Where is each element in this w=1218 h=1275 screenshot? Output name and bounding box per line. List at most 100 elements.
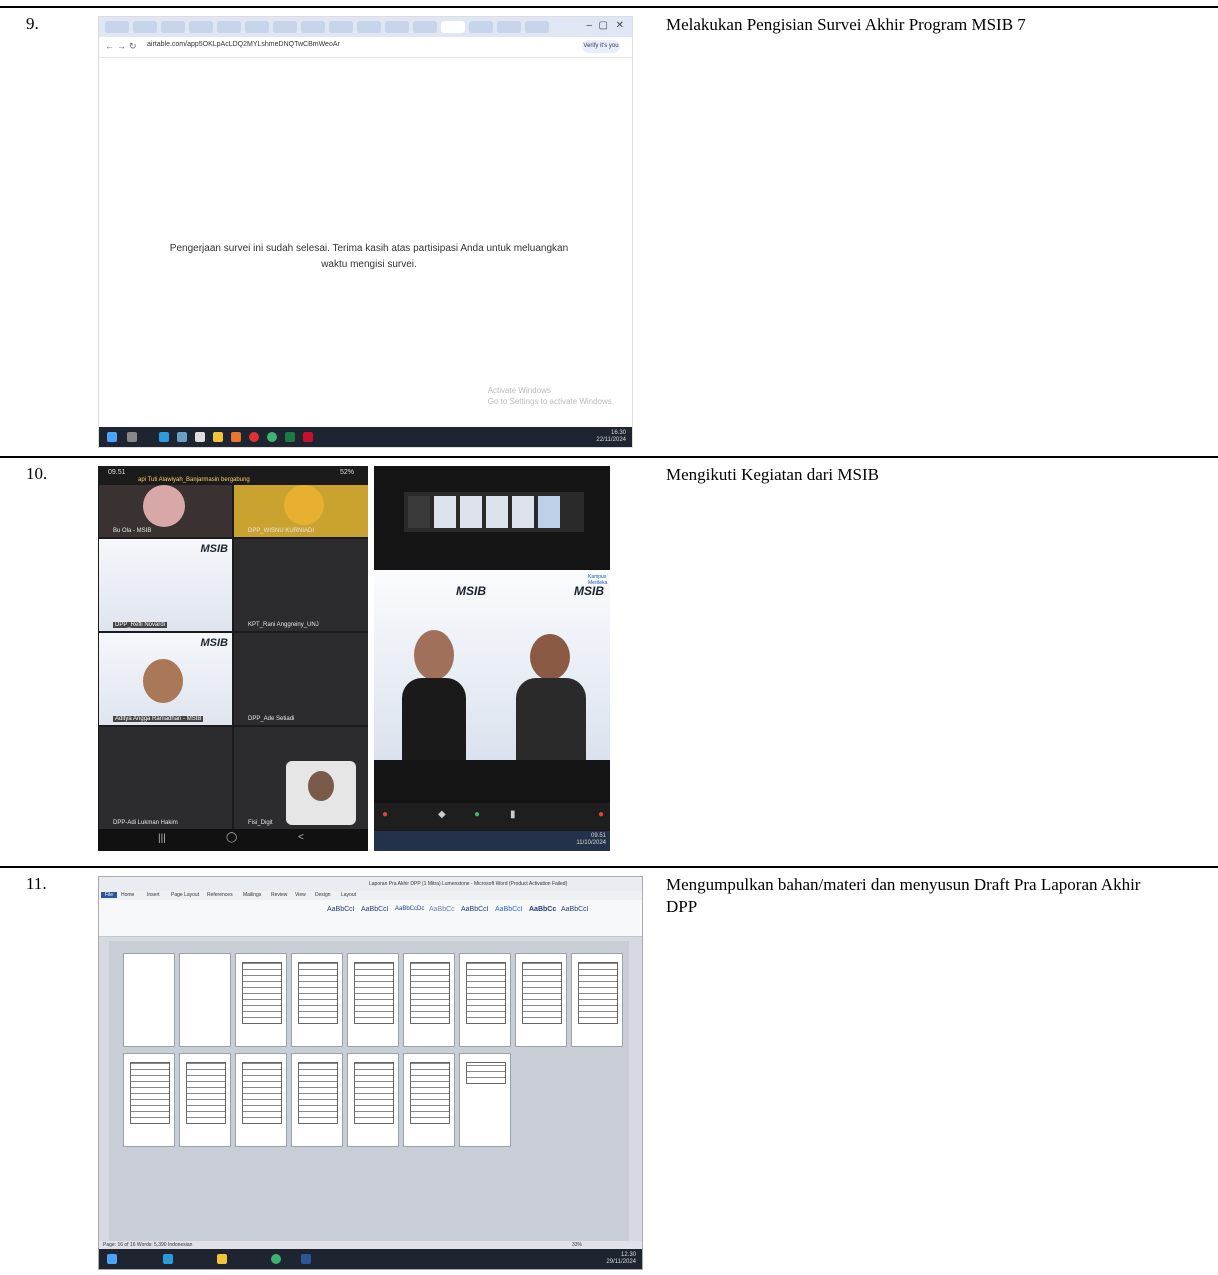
tab-references[interactable]: References	[207, 892, 233, 898]
share-icon[interactable]: ▮	[510, 809, 516, 820]
document-page[interactable]	[571, 953, 623, 1047]
activate-windows-watermark: Activate Windows Go to Settings to activ…	[488, 385, 614, 407]
style-sample[interactable]: AaBbCcI	[495, 906, 523, 913]
chrome-icon[interactable]	[271, 1254, 281, 1264]
minimize-icon[interactable]: –	[586, 20, 592, 31]
style-sample[interactable]: AaBbCcI	[361, 906, 389, 913]
back-icon[interactable]: <	[298, 832, 304, 843]
start-icon[interactable]	[107, 1254, 117, 1264]
back-icon[interactable]: ←	[105, 41, 114, 51]
chrome-icon[interactable]	[267, 432, 277, 442]
row-number: 9.	[26, 14, 39, 33]
tab-mailings[interactable]: Mailings	[243, 892, 261, 898]
document-page[interactable]	[123, 953, 175, 1047]
participant-tile[interactable]: Bu Ola - MSIB	[98, 484, 233, 538]
zoom-level[interactable]: 33%	[572, 1242, 582, 1248]
browser-tabstrip: – ▢ ✕	[99, 17, 632, 37]
tab-design[interactable]: Design	[315, 892, 331, 898]
participant-tile[interactable]: MSIB Aditya Angga Ramadhan - MSIB	[98, 632, 233, 726]
clock-date: 29/11/2024	[606, 1259, 636, 1265]
tab-home[interactable]: Home	[121, 892, 134, 898]
participant-tile[interactable]: Fisi_Digit	[233, 726, 368, 830]
document-page[interactable]	[459, 1053, 511, 1147]
folder-icon[interactable]	[217, 1254, 227, 1264]
participant-name: Aditya Angga Ramadhan - MSIB	[113, 716, 204, 722]
document-page[interactable]	[179, 953, 231, 1047]
tab-page-layout[interactable]: Page Layout	[171, 892, 199, 898]
participant-tile[interactable]: DPP_WISNU KURNIADI	[233, 484, 368, 538]
windows-taskbar: 09.51 11/10/2024	[374, 831, 610, 851]
taskbar-clock: 09.51 11/10/2024	[576, 833, 606, 847]
document-page[interactable]	[291, 1053, 343, 1147]
zoom-toolbar: ● ◆ ● ▮ ●	[374, 803, 610, 831]
document-page[interactable]	[291, 953, 343, 1047]
speaker-tile[interactable]: MSIB	[374, 570, 492, 760]
document-page[interactable]	[347, 1053, 399, 1147]
document-page[interactable]	[123, 1053, 175, 1147]
tab-insert[interactable]: Insert	[147, 892, 160, 898]
close-icon[interactable]: ✕	[616, 20, 624, 31]
recents-icon[interactable]: |||	[158, 833, 166, 844]
clock-date: 11/10/2024	[576, 840, 606, 846]
leave-icon[interactable]: ●	[598, 809, 604, 820]
tab-review[interactable]: Review	[271, 892, 287, 898]
participant-tile[interactable]: DPP-Adi Lukman Hakim	[98, 726, 233, 830]
mute-icon[interactable]: ●	[382, 809, 388, 820]
tab-layout[interactable]: Layout	[341, 892, 356, 898]
style-sample[interactable]: AaBbCc	[529, 906, 556, 913]
word-icon[interactable]	[301, 1254, 311, 1264]
tab-file[interactable]: File	[101, 892, 118, 898]
browser-screenshot: – ▢ ✕ ← → ↻ airtable.com/app5OKLpAcLDQ2M…	[98, 16, 633, 448]
app-icon[interactable]	[231, 432, 241, 442]
participant-tile[interactable]: DPP_Ade Setiadi	[233, 632, 368, 726]
tab-view[interactable]: View	[295, 892, 306, 898]
document-page[interactable]	[515, 953, 567, 1047]
chat-icon[interactable]: ●	[474, 809, 480, 820]
app-icon[interactable]	[177, 432, 187, 442]
address-bar[interactable]: ← → ↻ airtable.com/app5OKLpAcLDQ2MYLshme…	[99, 37, 632, 58]
word-screenshot: Laporan Pra Akhir DPP (1 Mitra) Lumensto…	[98, 876, 643, 1270]
style-sample[interactable]: AaBbCcI	[561, 906, 589, 913]
edge-icon[interactable]	[163, 1254, 173, 1264]
row-number: 11.	[26, 874, 47, 893]
pdf-icon[interactable]	[303, 432, 313, 442]
reload-icon[interactable]: ↻	[129, 41, 137, 52]
maximize-icon[interactable]: ▢	[599, 20, 608, 31]
store-icon[interactable]	[195, 432, 205, 442]
url-text: airtable.com/app5OKLpAcLDQ2MYLshmeDNQTwC…	[147, 41, 340, 48]
participants-icon[interactable]: ◆	[438, 809, 446, 820]
status-time: 09.51	[108, 469, 126, 476]
document-page[interactable]	[459, 953, 511, 1047]
forward-icon[interactable]: →	[117, 41, 126, 51]
msib-logo: MSIB	[200, 637, 229, 649]
participant-strip	[404, 492, 584, 532]
participant-name: DPP-Adi Lukman Hakim	[113, 820, 178, 826]
excel-icon[interactable]	[285, 432, 295, 442]
start-icon[interactable]	[107, 432, 117, 442]
windows-taskbar: 12.30 29/11/2024	[99, 1249, 642, 1269]
speaker-tile[interactable]: MSIB Kampus Merdeka	[492, 570, 610, 760]
document-page[interactable]	[235, 953, 287, 1047]
opera-icon[interactable]	[249, 432, 259, 442]
windows-taskbar: 16.30 22/11/2024	[99, 427, 632, 447]
style-sample[interactable]: AaBbCcI	[461, 906, 489, 913]
home-icon[interactable]: ◯	[226, 832, 237, 843]
style-sample[interactable]: AaBbCcI	[327, 906, 355, 913]
table-row: 10. 09.51 52% api Tuti Alawiyah_Banjarma…	[0, 456, 1218, 854]
folder-icon[interactable]	[213, 432, 223, 442]
edge-icon[interactable]	[159, 432, 169, 442]
style-sample[interactable]: AaBbCc	[429, 906, 455, 913]
document-page[interactable]	[403, 953, 455, 1047]
document-page[interactable]	[235, 1053, 287, 1147]
row-description: Mengikuti Kegiatan dari MSIB	[666, 465, 879, 484]
document-page[interactable]	[403, 1053, 455, 1147]
participant-tile[interactable]: MSIB DPP_Refli Novardi	[98, 538, 233, 632]
participant-tile[interactable]: KPT_Rani Anggreiny_UNJ	[233, 538, 368, 632]
style-sample[interactable]: AaBbCcDc	[395, 906, 424, 912]
search-icon[interactable]	[127, 432, 137, 442]
participant-name: KPT_Rani Anggreiny_UNJ	[248, 622, 319, 628]
document-page[interactable]	[179, 1053, 231, 1147]
clock-time: 09.51	[590, 833, 606, 839]
profile-chip[interactable]: Verify it's you	[582, 40, 620, 53]
document-page[interactable]	[347, 953, 399, 1047]
